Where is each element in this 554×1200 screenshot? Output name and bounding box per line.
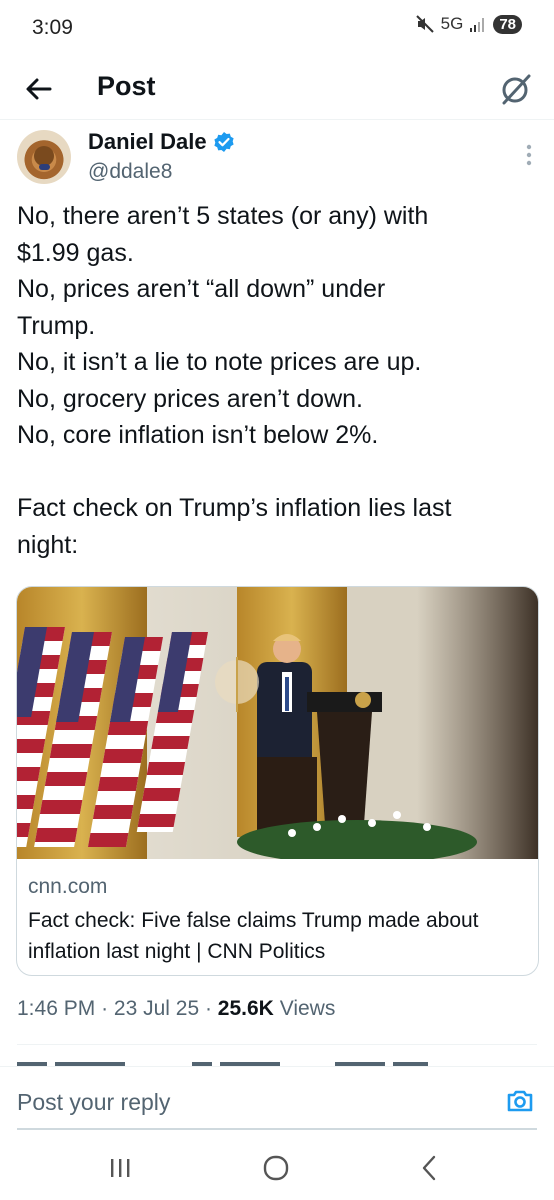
post-line: No, there aren’t 5 states (or any) with … xyxy=(17,202,429,267)
post-text: No, there aren’t 5 states (or any) with … xyxy=(17,198,537,563)
more-options-icon[interactable] xyxy=(526,144,532,166)
top-app-bar: Post xyxy=(0,58,554,120)
meta-separator: · xyxy=(204,997,218,1020)
author-name-row[interactable]: Daniel Dale xyxy=(88,129,235,155)
post-line: No, prices aren’t “all down” under Trump… xyxy=(17,275,386,340)
link-card-title: Fact check: Five false claims Trump made… xyxy=(28,909,479,963)
link-card[interactable]: cnn.com Fact check: Five false claims Tr… xyxy=(16,586,539,976)
post-line: Fact check on Trump’s inflation lies las… xyxy=(17,494,452,559)
system-nav-bar xyxy=(0,1132,554,1200)
link-card-domain: cnn.com xyxy=(28,875,108,898)
post-line: No, core inflation isn’t below 2%. xyxy=(17,421,379,449)
camera-icon[interactable] xyxy=(506,1087,534,1115)
link-card-image[interactable] xyxy=(17,587,539,859)
back-arrow-icon[interactable] xyxy=(22,72,56,106)
status-icons: 5G 78 xyxy=(415,14,522,34)
avatar[interactable] xyxy=(17,130,71,184)
verified-badge-icon xyxy=(214,132,234,152)
recent-apps-icon[interactable] xyxy=(100,1150,140,1186)
post-blank-line xyxy=(17,454,537,491)
back-nav-icon[interactable] xyxy=(410,1150,450,1186)
author-handle[interactable]: @ddale8 xyxy=(88,160,172,184)
post-line: No, it isn’t a lie to note prices are up… xyxy=(17,348,422,376)
page-title: Post xyxy=(97,71,156,101)
engagement-stats-row xyxy=(17,1062,428,1066)
status-bar: 3:09 5G 78 xyxy=(0,0,554,58)
post-time: 1:46 PM xyxy=(17,997,96,1020)
signal-icon xyxy=(470,18,485,32)
status-time: 3:09 xyxy=(32,16,73,39)
post-date: 23 Jul 25 xyxy=(113,997,200,1020)
meta-separator: · xyxy=(101,997,114,1020)
home-icon[interactable] xyxy=(256,1150,296,1186)
post-meta: 1:46 PM · 23 Jul 25 · 25.6K Views xyxy=(17,997,335,1021)
views-label: Views xyxy=(279,997,336,1020)
network-label: 5G xyxy=(440,14,464,33)
mute-icon xyxy=(415,15,434,33)
author-name[interactable]: Daniel Dale xyxy=(88,129,207,155)
reply-input-underline xyxy=(17,1128,537,1130)
reply-bar: Post your reply xyxy=(0,1066,554,1128)
reply-input[interactable]: Post your reply xyxy=(17,1089,170,1116)
post-line: No, grocery prices aren’t down. xyxy=(17,384,363,413)
views-count: 25.6K xyxy=(217,997,274,1020)
grok-icon[interactable] xyxy=(498,71,534,107)
battery-icon: 78 xyxy=(493,14,522,34)
divider xyxy=(17,1044,537,1045)
